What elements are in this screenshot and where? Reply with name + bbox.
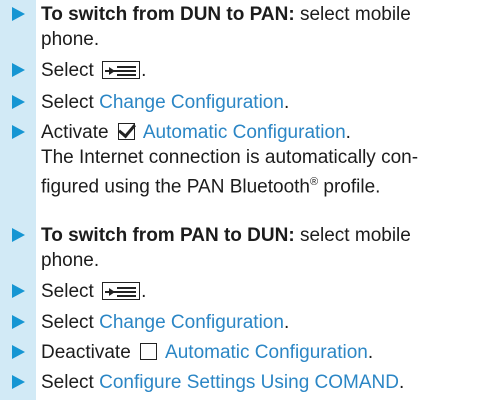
menu-item-configure-settings[interactable]: Configure Settings Using COMAND	[99, 372, 399, 393]
instruction-margin-bar	[0, 0, 36, 400]
step-prefix: Select	[41, 281, 100, 302]
step-arrow-icon	[12, 284, 25, 298]
option-automatic-configuration[interactable]: Automatic Configuration	[143, 122, 346, 143]
menu-item-change-configuration[interactable]: Change Configuration	[99, 312, 284, 333]
step-arrow-icon	[12, 95, 25, 109]
step-text: Select Change Configuration.	[41, 90, 471, 115]
checkbox-checked-icon[interactable]	[117, 119, 136, 140]
step-text: Select .	[41, 58, 471, 83]
step-text: To switch from DUN to PAN: select mobile…	[41, 2, 471, 52]
step-suffix: .	[367, 342, 374, 363]
step-suffix: .	[283, 92, 290, 113]
step-suffix: .	[398, 372, 405, 393]
step-arrow-icon	[12, 7, 25, 21]
option-automatic-configuration[interactable]: Automatic Configuration	[165, 342, 368, 363]
step-suffix: .	[141, 60, 147, 81]
step-prefix: Select	[41, 312, 100, 333]
step-suffix: .	[345, 122, 351, 143]
step-arrow-icon	[12, 345, 25, 359]
step-prefix: Deactivate	[41, 342, 137, 363]
step-prefix: Select	[41, 60, 100, 81]
step-prefix: Select	[41, 92, 100, 113]
step-arrow-icon	[12, 375, 25, 389]
registered-mark: ®	[310, 176, 319, 188]
step-arrow-icon	[12, 315, 25, 329]
step-text: Activate Automatic Configuration. The In…	[41, 119, 471, 199]
step-heading: To switch from DUN to PAN:	[41, 4, 295, 25]
menu-button-icon	[102, 61, 141, 79]
step-text: Select Configure Settings Using COMAND.	[41, 370, 471, 395]
step-suffix: .	[141, 281, 147, 302]
manual-page: To switch from DUN to PAN: select mobile…	[0, 0, 480, 400]
menu-button-icon	[102, 282, 141, 300]
step-arrow-icon	[12, 63, 25, 77]
step-text: Select Change Configuration.	[41, 310, 471, 335]
menu-item-change-configuration[interactable]: Change Configuration	[99, 92, 284, 113]
step-suffix: .	[283, 312, 290, 333]
step-text: To switch from PAN to DUN: select mobile…	[41, 223, 471, 273]
step-arrow-icon	[12, 125, 25, 139]
checkbox-empty-icon[interactable]	[140, 343, 158, 360]
step-text: Deactivate Automatic Configuration.	[41, 340, 471, 365]
step-prefix: Select	[41, 372, 100, 393]
step-arrow-icon	[12, 228, 25, 242]
step-heading: To switch from PAN to DUN:	[41, 225, 295, 246]
step-prefix: Activate	[41, 122, 114, 143]
step-note-end: profile.	[318, 176, 381, 198]
step-text: Select .	[41, 279, 471, 304]
